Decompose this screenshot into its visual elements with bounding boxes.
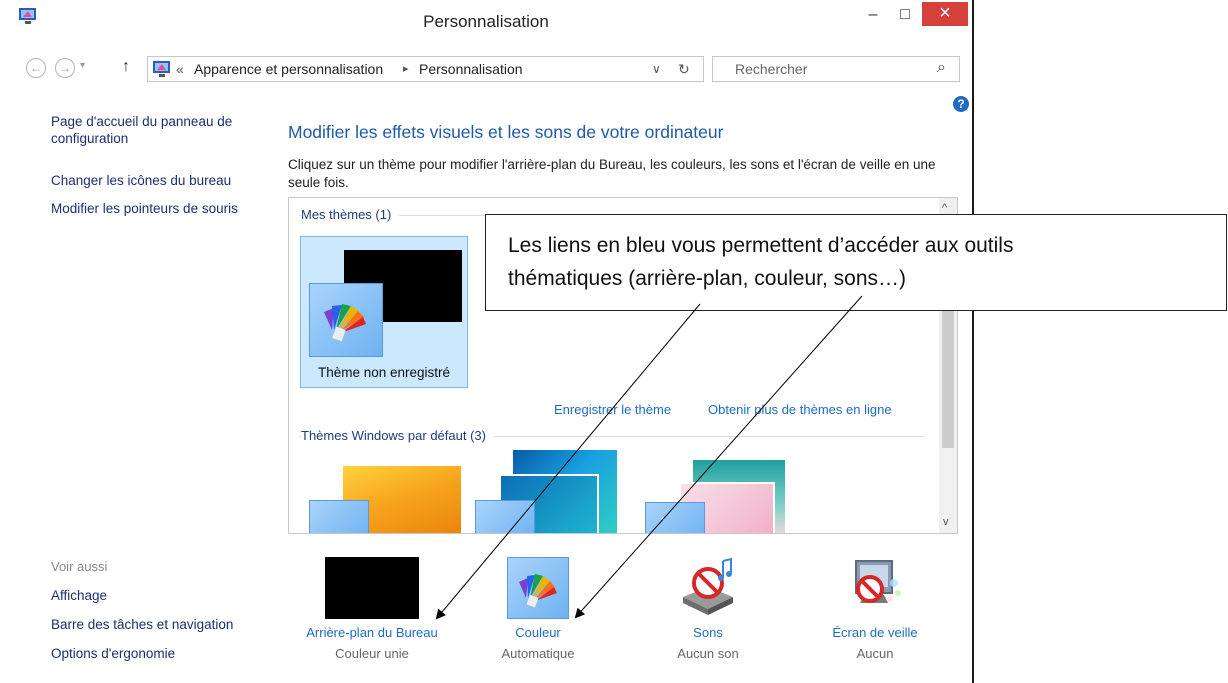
unsaved-theme-tile[interactable]: Thème non enregistré <box>300 236 468 388</box>
search-placeholder: Rechercher <box>735 61 808 77</box>
color-fan-icon <box>475 500 535 533</box>
desktop-background-value: Couleur unie <box>335 646 409 661</box>
color-fan-icon <box>309 500 369 533</box>
forward-button[interactable]: → <box>55 58 75 78</box>
annotation-callout: Les liens en bleu vous permettent d’accé… <box>485 214 1227 311</box>
scroll-down-button[interactable]: v <box>943 516 949 528</box>
window-border <box>972 0 974 683</box>
color-fan-icon[interactable] <box>507 557 569 619</box>
minimize-button[interactable]: – <box>856 4 890 28</box>
color-value: Automatique <box>501 646 575 661</box>
color-fan-glyph <box>519 574 557 608</box>
taskbar-navigation-link[interactable]: Barre des tâches et navigation <box>51 616 233 633</box>
breadcrumb-overflow[interactable]: « <box>176 57 184 81</box>
refresh-button[interactable]: ↻ <box>678 57 690 81</box>
sounds-icon[interactable] <box>675 553 741 619</box>
display-link[interactable]: Affichage <box>51 587 107 604</box>
personalization-window: Personnalisation – □ × ← → ▾ ↑ « Apparen… <box>0 0 972 683</box>
save-theme-link[interactable]: Enregistrer le thème <box>554 402 671 417</box>
control-panel-home-line-1[interactable]: Page d'accueil du panneau de <box>51 113 232 130</box>
see-also-heading: Voir aussi <box>51 559 108 574</box>
screensaver-icon[interactable] <box>842 553 908 619</box>
screensaver-setting[interactable]: Écran de veille Aucun <box>815 553 935 661</box>
page-description: Cliquez sur un thème pour modifier l'arr… <box>288 157 936 190</box>
desktop-background-link[interactable]: Arrière-plan du Bureau <box>288 625 456 640</box>
sounds-link[interactable]: Sons <box>648 625 768 640</box>
theme-tile-lines[interactable] <box>469 450 629 533</box>
address-dropdown[interactable]: ∨ <box>652 57 661 81</box>
color-swatch-preview <box>309 283 383 357</box>
scroll-up-button[interactable]: ^ <box>942 202 947 214</box>
annotation-text: Les liens en bleu vous permettent d’accé… <box>508 229 1013 295</box>
color-fan-icon <box>645 502 705 533</box>
change-desktop-icons-link[interactable]: Changer les icônes du bureau <box>51 172 231 189</box>
change-mouse-pointers-link[interactable]: Modifier les pointeurs de souris <box>51 200 238 217</box>
breadcrumb-appearance[interactable]: Apparence et personnalisation <box>194 57 383 81</box>
up-button[interactable]: ↑ <box>122 58 130 76</box>
background-preview[interactable] <box>325 557 419 619</box>
ease-of-access-link[interactable]: Options d'ergonomie <box>51 645 175 662</box>
desktop-background-setting[interactable]: Arrière-plan du Bureau Couleur unie <box>288 557 456 661</box>
search-input[interactable]: Rechercher ⌕ <box>712 56 960 82</box>
get-more-themes-link[interactable]: Obtenir plus de thèmes en ligne <box>708 402 892 417</box>
theme-tile-windows[interactable] <box>301 466 461 533</box>
control-panel-home-link[interactable]: Page d'accueil du panneau de configurati… <box>51 113 232 147</box>
close-button[interactable]: × <box>922 2 968 26</box>
maximize-button[interactable]: □ <box>890 4 920 28</box>
back-button[interactable]: ← <box>26 58 46 78</box>
breadcrumb-separator[interactable]: ▸ <box>403 57 409 81</box>
color-setting[interactable]: Couleur Automatique <box>478 557 598 661</box>
screensaver-link[interactable]: Écran de veille <box>815 625 935 640</box>
recent-pages-dropdown[interactable]: ▾ <box>80 60 85 71</box>
window-title: Personnalisation <box>423 12 549 31</box>
control-panel-home-line-2[interactable]: configuration <box>51 130 232 147</box>
control-panel-icon <box>153 61 170 77</box>
title-bar: Personnalisation – □ × <box>0 0 972 40</box>
address-bar[interactable]: « Apparence et personnalisation ▸ Person… <box>147 56 704 82</box>
my-themes-heading[interactable]: Mes thèmes (1) <box>301 207 400 222</box>
color-fan-icon <box>324 304 366 342</box>
color-link[interactable]: Couleur <box>478 625 598 640</box>
sounds-value: Aucun son <box>677 646 739 661</box>
screensaver-value: Aucun <box>856 646 894 661</box>
page-heading: Modifier les effets visuels et les sons … <box>288 122 724 142</box>
annotation-line-2: thématiques (arrière-plan, couleur, sons… <box>508 267 907 290</box>
sounds-setting[interactable]: Sons Aucun son <box>648 553 768 661</box>
unsaved-theme-label: Thème non enregistré <box>317 365 451 380</box>
help-icon[interactable]: ? <box>953 96 969 112</box>
annotation-line-1: Les liens en bleu vous permettent d’accé… <box>508 234 1014 257</box>
theme-tile-flowers[interactable] <box>639 460 799 533</box>
breadcrumb-personalization[interactable]: Personnalisation <box>419 57 523 81</box>
search-icon[interactable]: ⌕ <box>937 56 946 80</box>
default-themes-heading[interactable]: Thèmes Windows par défaut (3) <box>301 428 494 443</box>
navigation-bar: ← → ▾ ↑ « Apparence et personnalisation … <box>0 52 972 86</box>
